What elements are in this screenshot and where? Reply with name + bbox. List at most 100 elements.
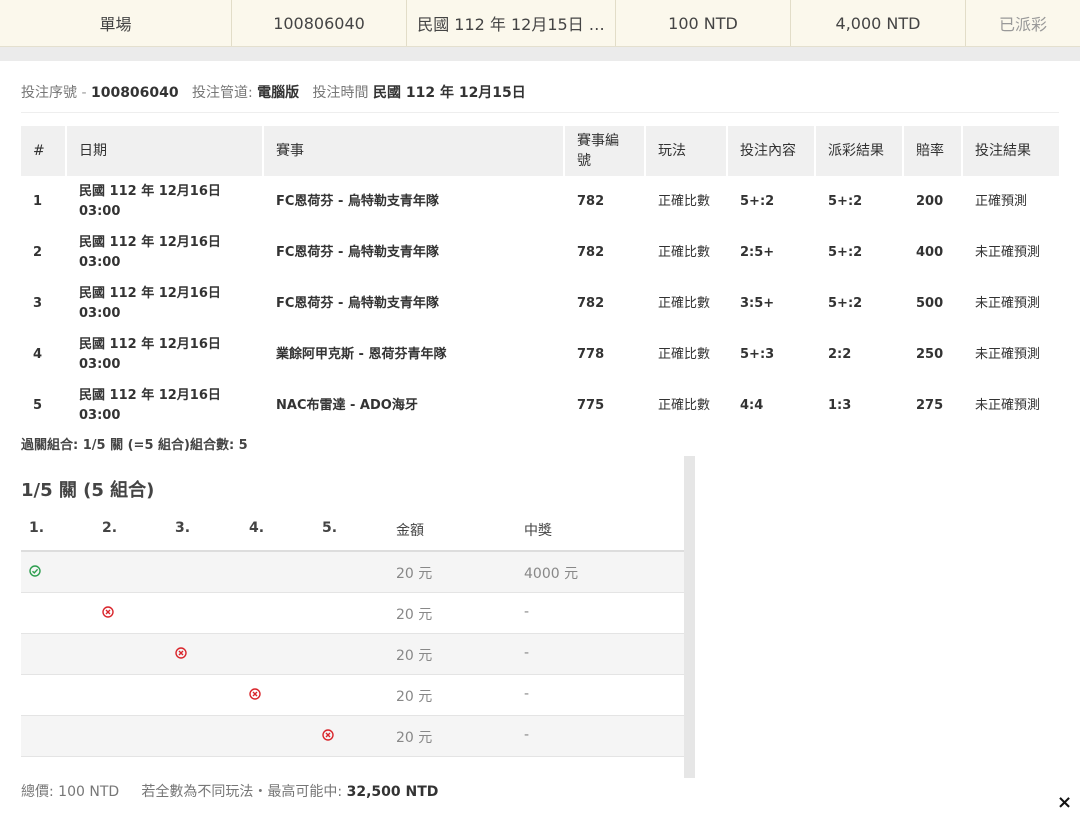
row-time: 03:00 (79, 305, 121, 321)
table-row: 4 民國 112 年 12月16日 03:00 業餘阿甲克斯 - 恩荷芬青年隊 7… (21, 329, 1059, 380)
row-no: 2 (33, 244, 43, 260)
combo-col-3: 3. (175, 520, 191, 536)
row-bet: 3:5+ (740, 295, 775, 311)
check-circle-icon (29, 565, 41, 577)
total-footer: 總價: 100 NTD 若全數為不同玩法・最高可能中: 32,500 NTD (21, 781, 438, 801)
table-header-row: # 日期 賽事 賽事編號 玩法 投注內容 派彩結果 賠率 投注結果 (21, 126, 1059, 176)
col-header-play: 玩法 (646, 126, 728, 176)
time-value: 民國 112 年 12月15日 (372, 85, 526, 101)
row-bet: 5+:2 (740, 193, 775, 209)
row-outcome: 正確預測 (975, 193, 1028, 209)
row-time: 03:00 (79, 356, 121, 372)
row-match-no: 778 (577, 346, 605, 362)
row-match-no: 782 (577, 193, 605, 209)
serial-value: 100806040 (90, 85, 179, 101)
table-row: 3 民國 112 年 12月16日 03:00 FC恩荷芬 - 烏特勒支青年隊 7… (21, 278, 1059, 329)
row-time: 03:00 (79, 203, 121, 219)
row-outcome: 未正確預測 (975, 244, 1041, 260)
bet-type-cell: 單場 (0, 0, 232, 46)
parlay-summary: 過關組合: 1/5 關 (=5 組合)組合數: 5 (21, 438, 248, 453)
time-label: 投注時間 (312, 85, 369, 101)
row-play: 正確比數 (658, 193, 711, 209)
row-play: 正確比數 (658, 346, 711, 362)
row-odds: 200 (916, 193, 944, 209)
col-header-bet: 投注內容 (728, 126, 816, 176)
bet-id-cell: 100806040 (232, 0, 407, 46)
row-result: 5+:2 (828, 244, 863, 260)
x-circle-icon (175, 647, 187, 659)
row-result: 5+:2 (828, 193, 863, 209)
bet-date-cell: 民國 112 年 12月15日 … (407, 0, 616, 46)
combo-row: 20 元 - (21, 716, 684, 757)
meta-divider (21, 112, 1059, 113)
row-odds: 500 (916, 295, 944, 311)
row-match: FC恩荷芬 - 烏特勒支青年隊 (276, 295, 439, 311)
combo-title: 1/5 關 (5 組合) (21, 480, 155, 501)
col-header-odds: 賠率 (904, 126, 963, 176)
row-date: 民國 112 年 12月16日 (79, 285, 221, 301)
row-result: 1:3 (828, 397, 852, 413)
row-odds: 400 (916, 244, 944, 260)
row-bet: 2:5+ (740, 244, 775, 260)
combo-amount: 20 元 (396, 607, 433, 623)
serial-label: 投注序號 (21, 85, 77, 101)
row-play: 正確比數 (658, 295, 711, 311)
combo-win: - (524, 727, 530, 743)
row-datetime: 民國 112 年 12月16日 03:00 (67, 380, 264, 431)
combo-col-win: 中獎 (524, 523, 552, 539)
row-time: 03:00 (79, 254, 121, 270)
table-row: 5 民國 112 年 12月16日 03:00 NAC布雷達 - ADO海牙 77… (21, 380, 1059, 431)
x-circle-icon (322, 729, 334, 741)
combo-amount: 20 元 (396, 648, 433, 664)
combo-win: - (524, 604, 530, 620)
row-time: 03:00 (79, 407, 121, 423)
row-odds: 250 (916, 346, 944, 362)
combo-header-row: 1. 2. 3. 4. 5. 金額 中獎 (21, 508, 684, 552)
row-play: 正確比數 (658, 397, 711, 413)
combo-amount: 20 元 (396, 566, 433, 582)
row-no: 4 (33, 346, 43, 362)
x-circle-icon (102, 606, 114, 618)
combo-row: 20 元 - (21, 634, 684, 675)
row-datetime: 民國 112 年 12月16日 03:00 (67, 278, 264, 329)
row-odds: 275 (916, 397, 944, 413)
row-match: FC恩荷芬 - 烏特勒支青年隊 (276, 244, 439, 260)
row-date: 民國 112 年 12月16日 (79, 336, 221, 352)
row-match-no: 782 (577, 244, 605, 260)
col-header-match-no: 賽事編號 (565, 126, 646, 176)
row-result: 2:2 (828, 346, 852, 362)
status-cell: 已派彩 (998, 15, 1047, 34)
total-label: 總價: (21, 784, 54, 800)
close-icon[interactable]: × (1057, 792, 1072, 813)
combo-win: - (524, 645, 530, 661)
row-outcome: 未正確預測 (975, 295, 1041, 311)
bet-summary-bar[interactable]: 單場 100806040 民國 112 年 12月15日 … 100 NTD 4… (0, 0, 1080, 47)
combo-amount: 20 元 (396, 730, 433, 746)
col-header-match: 賽事 (264, 126, 565, 176)
combo-amount: 20 元 (396, 689, 433, 705)
row-datetime: 民國 112 年 12月16日 03:00 (67, 329, 264, 380)
combo-col-5: 5. (322, 520, 338, 536)
col-header-no: # (21, 126, 67, 176)
row-match: FC恩荷芬 - 烏特勒支青年隊 (276, 193, 439, 209)
row-outcome: 未正確預測 (975, 397, 1041, 413)
combo-scrollbar[interactable] (684, 456, 695, 778)
payout-cell: 4,000 NTD (791, 0, 966, 46)
combo-win: - (524, 686, 530, 702)
row-datetime: 民國 112 年 12月16日 03:00 (67, 176, 264, 227)
channel-label: 投注管道: (192, 85, 253, 101)
row-match-no: 775 (577, 397, 605, 413)
max-win-label: 若全數為不同玩法・最高可能中: (141, 784, 343, 800)
row-date: 民國 112 年 12月16日 (79, 234, 221, 250)
combo-col-4: 4. (249, 520, 265, 536)
row-match: NAC布雷達 - ADO海牙 (276, 397, 418, 413)
combo-win: 4000 元 (524, 566, 579, 582)
combo-row: 20 元 - (21, 593, 684, 634)
table-row: 2 民國 112 年 12月16日 03:00 FC恩荷芬 - 烏特勒支青年隊 7… (21, 227, 1059, 278)
row-match-no: 782 (577, 295, 605, 311)
table-row: 1 民國 112 年 12月16日 03:00 FC恩荷芬 - 烏特勒支青年隊 7… (21, 176, 1059, 227)
divider-shade (0, 47, 1080, 61)
stake-cell: 100 NTD (616, 0, 791, 46)
x-circle-icon (249, 688, 261, 700)
channel-value: 電腦版 (257, 85, 300, 101)
